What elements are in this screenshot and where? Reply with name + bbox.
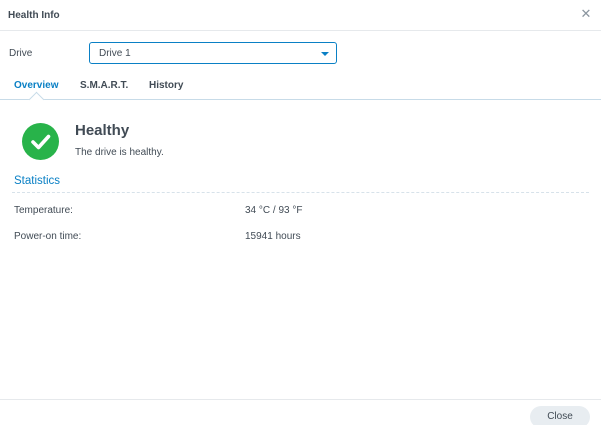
chevron-down-icon [321, 52, 329, 56]
power-on-time-label: Power-on time: [14, 231, 82, 242]
check-circle-icon [22, 123, 59, 160]
drive-select-value: Drive 1 [99, 48, 131, 59]
close-icon[interactable]: ✕ [579, 7, 593, 21]
statistics-heading: Statistics [14, 175, 61, 187]
tab-history[interactable]: History [149, 80, 183, 91]
window-titlebar: Health Info ✕ [0, 0, 601, 31]
temperature-label: Temperature: [14, 205, 73, 216]
drive-label: Drive [9, 48, 33, 59]
dialog-footer [0, 399, 601, 425]
window-title: Health Info [8, 10, 60, 21]
status-title: Healthy [75, 122, 130, 139]
tab-overview[interactable]: Overview [14, 80, 58, 91]
drive-select[interactable]: Drive 1 [89, 42, 337, 64]
close-button[interactable]: Close [530, 406, 590, 425]
tab-smart[interactable]: S.M.A.R.T. [80, 80, 128, 91]
status-description: The drive is healthy. [75, 147, 164, 158]
tab-bar: Overview S.M.A.R.T. History [0, 72, 601, 100]
power-on-time-value: 15941 hours [245, 231, 301, 242]
section-divider [12, 192, 589, 193]
temperature-value: 34 °C / 93 °F [245, 205, 303, 216]
